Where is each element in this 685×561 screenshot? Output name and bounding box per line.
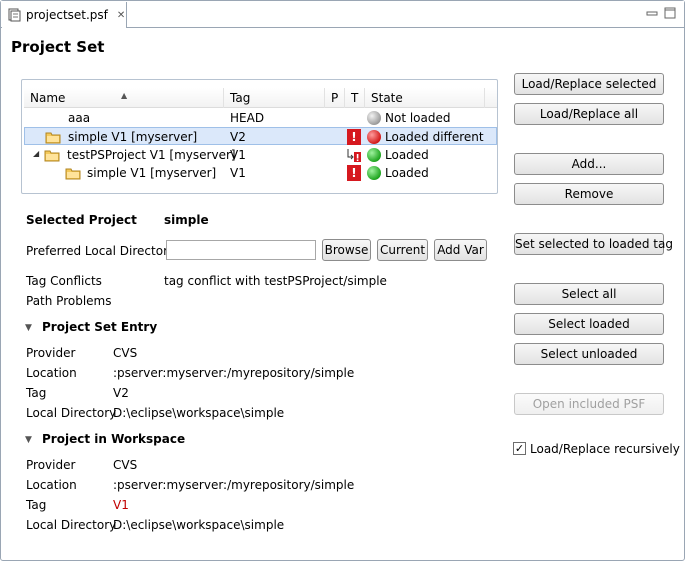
workspace-location-label: Location	[26, 478, 77, 492]
select-loaded-button[interactable]: Select loaded	[514, 313, 664, 335]
collapse-icon[interactable]: ◢	[33, 149, 39, 158]
row-name: simple V1 [myserver]	[68, 130, 198, 144]
row-tag: V2	[230, 130, 246, 144]
page-title: Project Set	[11, 38, 105, 56]
tag-conflict-icon: !	[347, 165, 361, 181]
workspace-local-dir-label: Local Directory	[26, 518, 117, 532]
table-row[interactable]: ◢ testPSProject V1 [myserver] V1 Loaded	[24, 146, 497, 164]
add-button[interactable]: Add...	[514, 153, 664, 175]
table-row-selected[interactable]: simple V1 [myserver] V2 ! Loaded differe…	[24, 127, 497, 145]
maximize-icon[interactable]	[664, 7, 676, 19]
section-project-set-entry[interactable]: Project Set Entry	[42, 320, 157, 334]
row-tag: V1	[230, 148, 246, 162]
column-label: State	[371, 91, 403, 105]
child-conflict-icon	[347, 149, 361, 162]
column-state[interactable]: State	[365, 88, 485, 108]
not-loaded-icon	[367, 111, 381, 125]
project-folder-icon	[44, 150, 60, 162]
table-header: Name ▲ Tag P T State	[24, 88, 497, 108]
workspace-provider-value: CVS	[113, 458, 138, 472]
row-state: Loaded	[385, 148, 429, 162]
browse-button[interactable]: Browse	[322, 239, 371, 261]
select-all-button[interactable]: Select all	[514, 283, 664, 305]
column-label: Name	[30, 91, 66, 105]
path-problems-label: Path Problems	[26, 294, 112, 308]
entry-provider-value: CVS	[113, 346, 138, 360]
row-name: aaa	[68, 111, 91, 125]
project-folder-icon	[65, 168, 81, 180]
column-t[interactable]: T	[345, 88, 365, 108]
psf-file-icon	[8, 8, 21, 22]
preferred-dir-label: Preferred Local Directory	[26, 244, 176, 258]
editor-tab[interactable]: projectset.psf ✕	[2, 2, 127, 28]
column-p[interactable]: P	[325, 88, 345, 108]
tag-conflicts-value: tag conflict with testPSProject/simple	[164, 274, 387, 288]
set-selected-to-loaded-tag-button[interactable]: Set selected to loaded tag	[514, 233, 673, 255]
workspace-tag-value: V1	[113, 498, 129, 512]
column-label: Tag	[230, 91, 251, 105]
entry-tag-label: Tag	[26, 386, 47, 400]
column-label: P	[331, 91, 339, 105]
editor-tab-bar: projectset.psf ✕	[1, 1, 684, 28]
open-included-psf-button[interactable]: Open included PSF	[514, 393, 664, 415]
tab-title: projectset.psf	[26, 8, 108, 22]
close-icon[interactable]: ✕	[117, 10, 125, 21]
workspace-local-dir-value: D:\eclipse\workspace\simple	[113, 518, 285, 532]
entry-local-dir-label: Local Directory	[26, 406, 117, 420]
load-replace-recursively-checkbox[interactable]: ✓	[513, 442, 526, 455]
loaded-icon	[367, 148, 381, 162]
preferred-dir-input[interactable]	[166, 240, 316, 260]
entry-location-value: :pserver:myserver:/myrepository/simple	[113, 366, 355, 380]
sort-ascending-icon: ▲	[121, 91, 128, 100]
row-state: Loaded different	[385, 130, 484, 144]
select-unloaded-button[interactable]: Select unloaded	[514, 343, 664, 365]
row-state: Loaded	[385, 166, 429, 180]
workspace-location-value: :pserver:myserver:/myrepository/simple	[113, 478, 355, 492]
table-row[interactable]: simple V1 [myserver] V1 ! Loaded	[24, 164, 497, 182]
section-project-in-workspace[interactable]: Project in Workspace	[42, 432, 185, 446]
loaded-different-icon	[367, 130, 381, 144]
project-folder-icon	[45, 132, 61, 144]
current-button[interactable]: Current	[377, 239, 428, 261]
entry-local-dir-value: D:\eclipse\workspace\simple	[113, 406, 285, 420]
selected-project-label: Selected Project	[26, 213, 137, 227]
expand-section-icon[interactable]: ▼	[25, 435, 32, 445]
row-name: testPSProject V1 [myserver]	[67, 148, 236, 162]
row-name: simple V1 [myserver]	[87, 166, 217, 180]
table-row[interactable]: aaa HEAD Not loaded	[24, 109, 497, 127]
remove-button[interactable]: Remove	[514, 183, 664, 205]
row-state: Not loaded	[385, 111, 451, 125]
load-replace-recursively-label[interactable]: Load/Replace recursively	[530, 442, 680, 456]
row-tag: HEAD	[230, 111, 265, 125]
minimize-icon[interactable]	[646, 7, 658, 19]
selected-project-value: simple	[164, 213, 209, 227]
column-label: T	[351, 91, 359, 105]
project-table[interactable]: Name ▲ Tag P T State aaa HEAD Not loaded…	[21, 79, 498, 194]
entry-tag-value: V2	[113, 386, 129, 400]
column-name[interactable]: Name ▲	[24, 88, 224, 108]
load-replace-all-button[interactable]: Load/Replace all	[514, 103, 664, 125]
entry-provider-label: Provider	[26, 346, 76, 360]
tag-conflicts-label: Tag Conflicts	[26, 274, 102, 288]
editor-frame: projectset.psf ✕ Project Set Name ▲ Tag …	[0, 0, 685, 561]
tag-conflict-icon: !	[347, 129, 361, 145]
row-tag: V1	[230, 166, 246, 180]
add-var-button[interactable]: Add Var	[434, 239, 487, 261]
workspace-tag-label: Tag	[26, 498, 47, 512]
load-replace-selected-button[interactable]: Load/Replace selected	[514, 73, 664, 95]
expand-section-icon[interactable]: ▼	[25, 323, 32, 333]
column-tag[interactable]: Tag	[224, 88, 325, 108]
workspace-provider-label: Provider	[26, 458, 76, 472]
entry-location-label: Location	[26, 366, 77, 380]
loaded-icon	[367, 166, 381, 180]
